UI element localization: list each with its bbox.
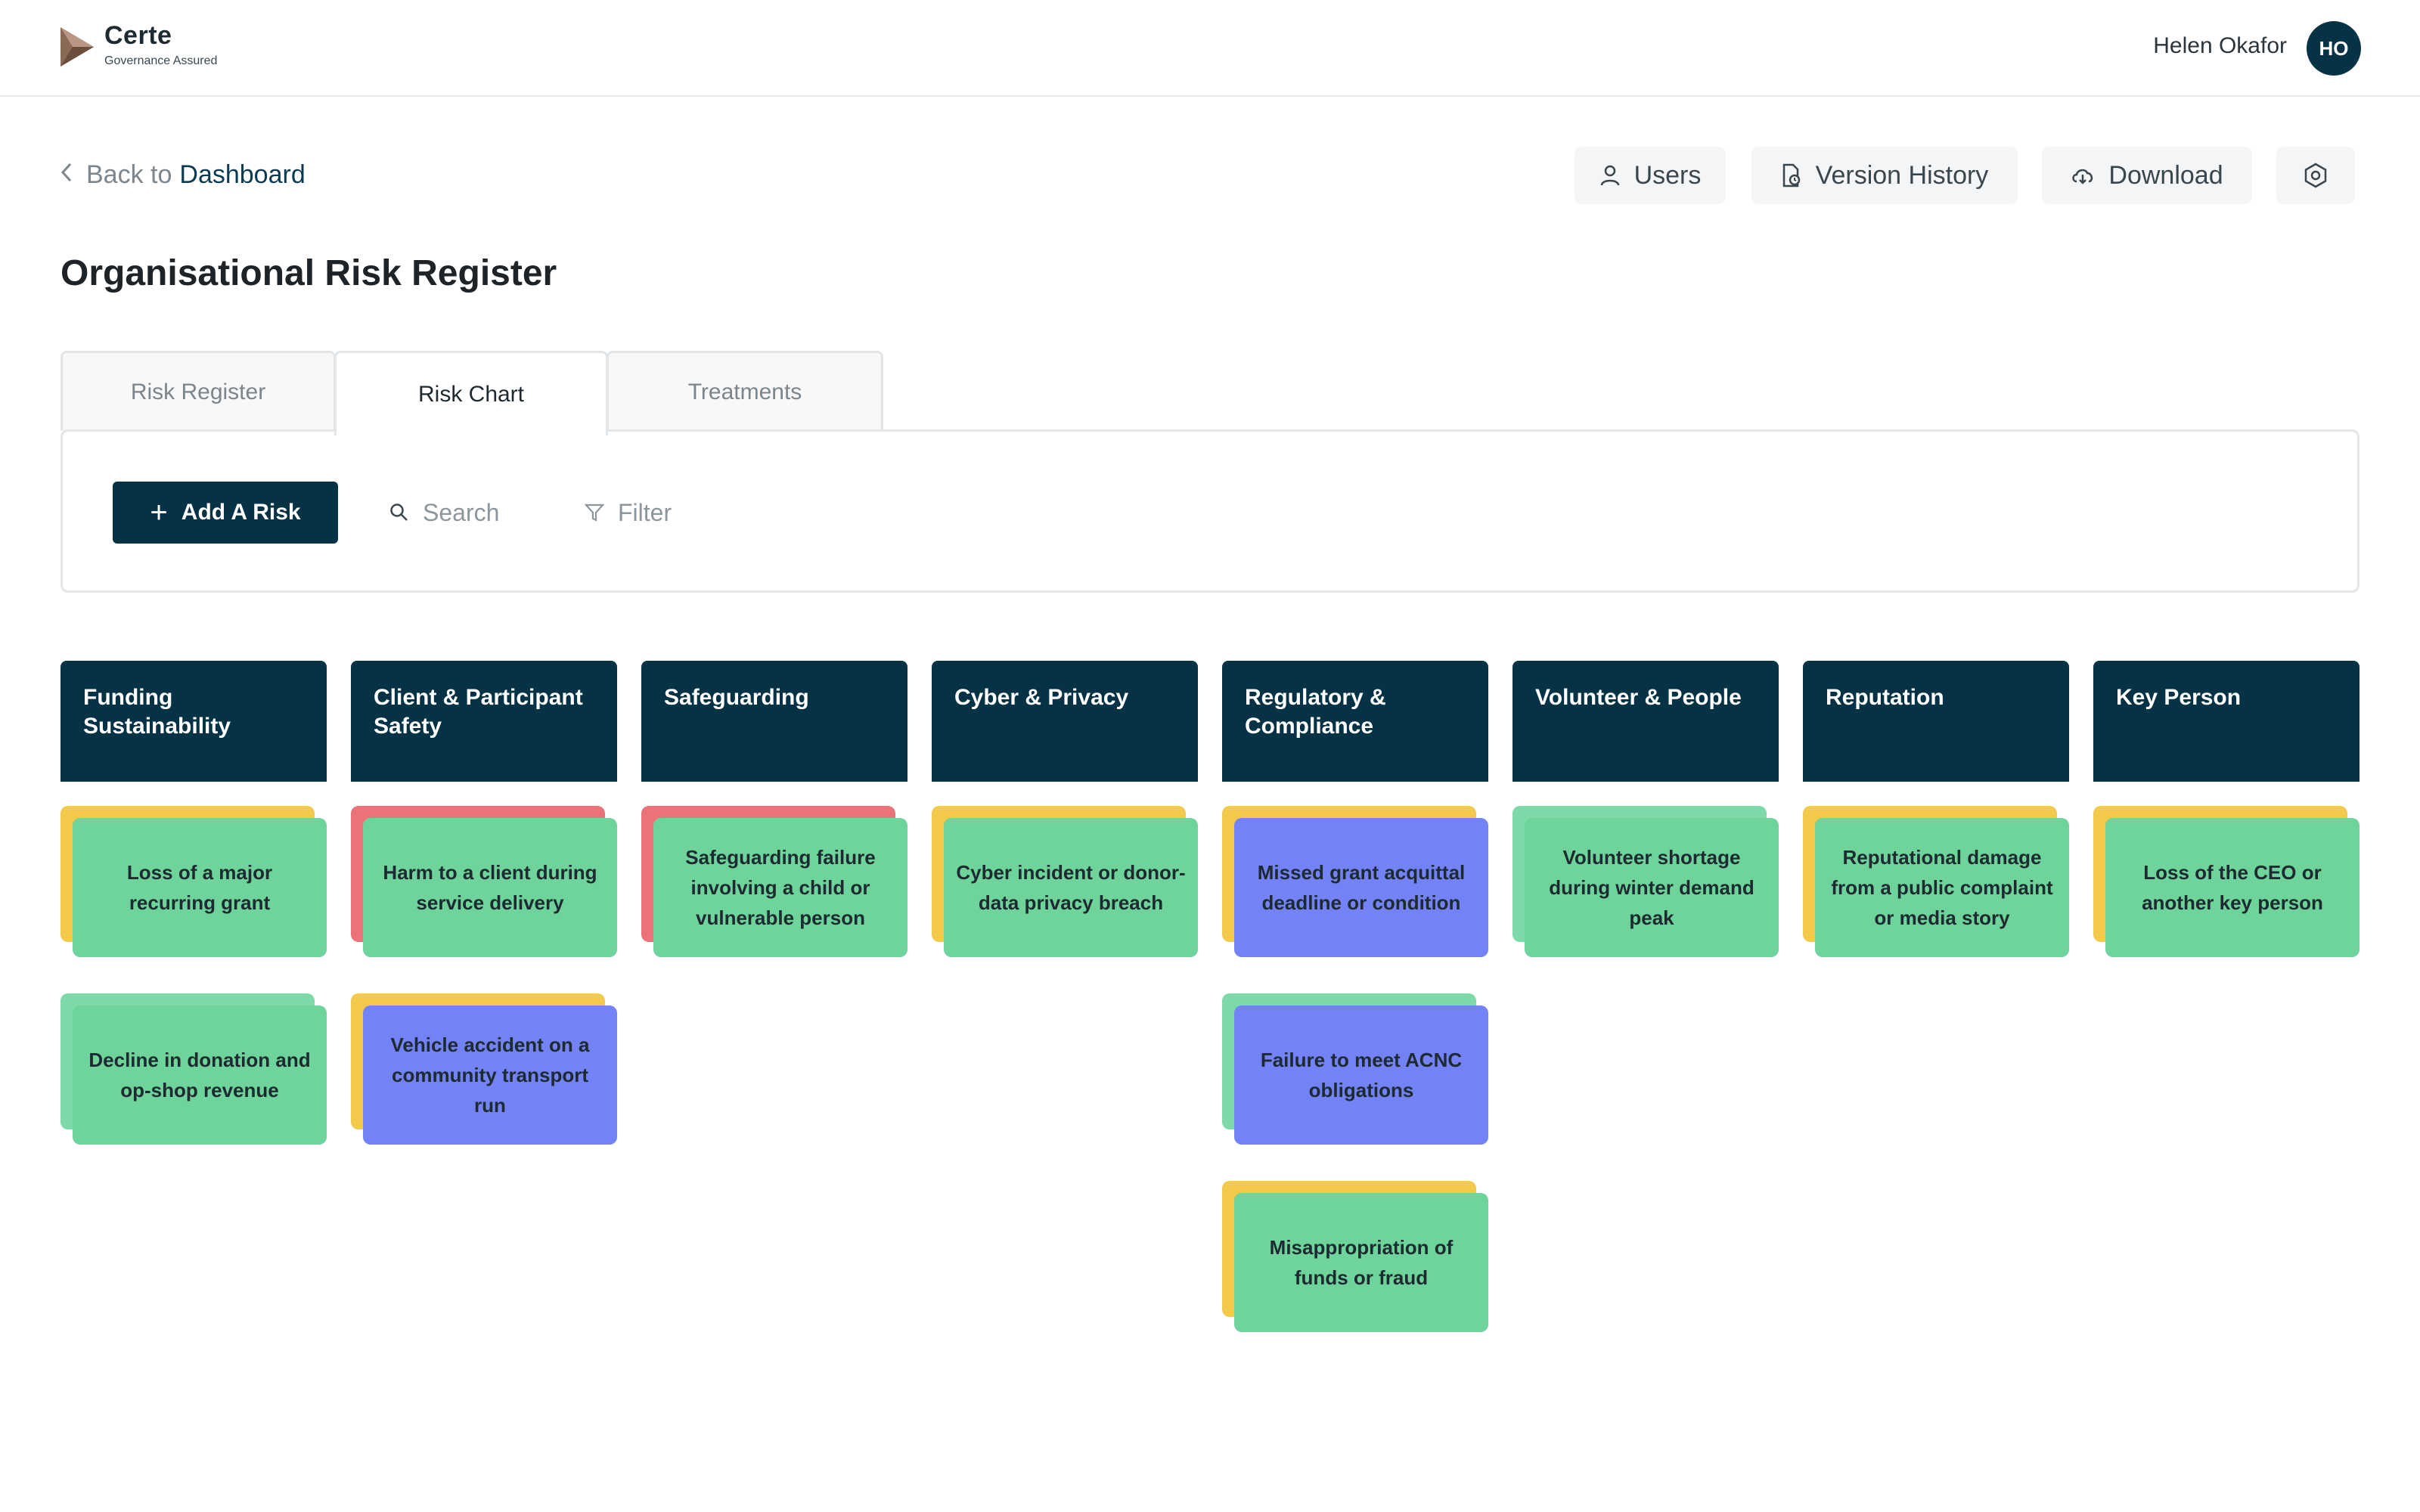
risk-card[interactable]: Missed grant acquittal deadline or condi… [1222,806,1488,957]
column-header: Key Person [2093,661,2360,782]
column-header: Safeguarding [641,661,908,782]
risk-column: Key Person Loss of the CEO or another key… [2093,661,2360,957]
filter-icon [585,503,604,522]
risk-card[interactable]: Cyber incident or donor-data privacy bre… [932,806,1198,957]
tab-risk-chart[interactable]: Risk Chart [334,351,608,435]
risk-card-title[interactable]: Reputational damage from a public compla… [1815,818,2069,957]
column-header: Funding Sustainability [60,661,327,782]
tab-risk-register[interactable]: Risk Register [60,351,336,431]
page-title: Organisational Risk Register [60,253,557,293]
action-panel: + Add A Risk Search Filter [60,429,2360,593]
version-history-button[interactable]: Version History [1751,147,2018,204]
download-button[interactable]: Download [2042,147,2252,204]
risk-column: Funding Sustainability Loss of a major re… [60,661,327,1145]
filter-button[interactable]: Filter [585,492,672,533]
column-header: Reputation [1803,661,2069,782]
column-header: Client & Participant Safety [351,661,617,782]
risk-column: Volunteer & People Volunteer shortage dur… [1512,661,1779,957]
risk-column: Regulatory & Compliance Missed grant acqu… [1222,661,1488,1332]
column-header: Regulatory & Compliance [1222,661,1488,782]
risk-card[interactable]: Misappropriation of funds or fraud [1222,1181,1488,1332]
tab-treatments[interactable]: Treatments [607,351,883,431]
risk-card[interactable]: Volunteer shortage during winter demand … [1512,806,1779,957]
cloud-download-icon [2072,169,2093,184]
user-name[interactable]: Helen Okafor [2153,33,2287,59]
search-icon [390,503,408,521]
risk-column: Cyber & Privacy Cyber incident or donor-d… [932,661,1198,957]
brand-name[interactable]: Certe [104,21,172,51]
risk-card[interactable]: Failure to meet ACNC obligations [1222,993,1488,1145]
risk-column: Client & Participant Safety Harm to a cli… [351,661,617,1145]
chevron-left-icon [60,160,73,190]
risk-card-title[interactable]: Loss of a major recurring grant [73,818,327,957]
column-header: Volunteer & People [1512,661,1779,782]
users-button[interactable]: Users [1575,147,1726,204]
avatar[interactable]: HO [2307,21,2361,76]
back-to-dashboard-link[interactable]: Back to Dashboard [60,160,306,190]
certe-logo-icon[interactable] [59,26,95,68]
risk-card[interactable]: Vehicle accident on a community transpor… [351,993,617,1145]
add-risk-button[interactable]: + Add A Risk [113,482,338,544]
risk-card-title[interactable]: Loss of the CEO or another key person [2105,818,2360,957]
risk-card-title[interactable]: Misappropriation of funds or fraud [1234,1193,1488,1332]
top-bar: Certe Governance Assured Helen Okafor HO [0,0,2420,97]
risk-column: Safeguarding Safeguarding failure involvi… [641,661,908,957]
risk-card-title[interactable]: Harm to a client during service delivery [363,818,617,957]
risk-card[interactable]: Safeguarding failure involving a child o… [641,806,908,957]
add-risk-label: Add A Risk [181,500,301,525]
back-target[interactable]: Dashboard [179,160,305,190]
search-placeholder: Search [423,498,500,526]
risk-column: Reputation Reputational damage from a pub… [1803,661,2069,957]
version-history-label: Version History [1815,160,1989,190]
risk-card-title[interactable]: Missed grant acquittal deadline or condi… [1234,818,1488,957]
column-header: Cyber & Privacy [932,661,1198,782]
gear-icon [2304,163,2327,188]
risk-card-title[interactable]: Vehicle accident on a community transpor… [363,1005,617,1145]
risk-card-title[interactable]: Volunteer shortage during winter demand … [1525,818,1779,957]
risk-card-title[interactable]: Decline in donation and op-shop revenue [73,1005,327,1145]
risk-card-title[interactable]: Safeguarding failure involving a child o… [653,818,908,957]
search-input[interactable]: Search [389,492,499,533]
risk-card-title[interactable]: Failure to meet ACNC obligations [1234,1005,1488,1145]
risk-card[interactable]: Decline in donation and op-shop revenue [60,993,327,1145]
plus-icon: + [150,496,168,529]
risk-card-title[interactable]: Cyber incident or donor-data privacy bre… [944,818,1198,957]
filter-label: Filter [618,498,672,526]
back-prefix: Back to [86,160,172,189]
risk-card[interactable]: Loss of a major recurring grant [60,806,327,957]
risk-card[interactable]: Loss of the CEO or another key person [2093,806,2360,957]
users-label: Users [1634,160,1702,190]
document-clock-icon [1782,163,1800,187]
user-icon [1600,165,1619,186]
brand-tagline: Governance Assured [104,54,218,67]
settings-button[interactable] [2276,147,2355,204]
risk-card[interactable]: Harm to a client during service delivery [351,806,617,957]
risk-card[interactable]: Reputational damage from a public compla… [1803,806,2069,957]
download-label: Download [2108,160,2223,190]
